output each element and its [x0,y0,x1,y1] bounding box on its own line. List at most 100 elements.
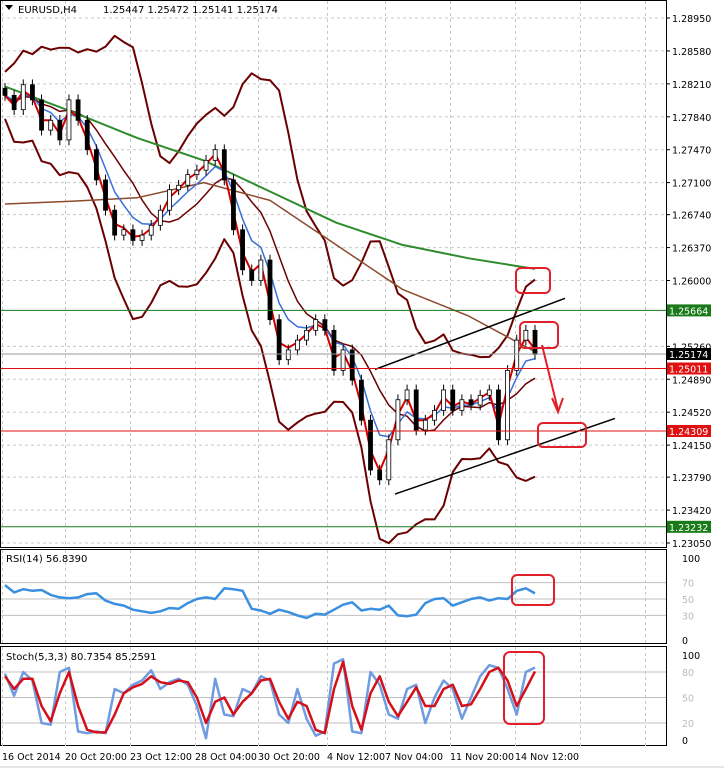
x-tick-label: 7 Nov 04:00 [385,752,443,763]
candle-body [203,159,209,171]
candle-body [112,209,118,236]
candle-body [477,394,483,406]
candle-body [432,410,437,421]
rsi-tick-label: 0 [682,636,688,647]
candle-body [368,419,373,471]
y-tick-label: 1.26000 [672,277,711,288]
y-tick-label: 1.28950 [672,14,711,25]
candle-body [377,469,383,481]
stoch-tick-label: 100 [682,651,700,662]
candle-body [2,87,8,96]
candle-body [295,339,300,351]
y-tick-label: 1.28580 [672,47,711,58]
y-tick-label: 1.23050 [672,539,711,550]
candle-body [496,389,501,441]
candle-body [48,119,54,131]
candle-body [20,84,26,111]
price-level-label: 1.23232 [669,523,708,534]
candle-body [240,229,245,271]
candle-body [75,99,81,121]
candle-body [212,149,218,161]
rsi-tick-label: 50 [682,595,694,606]
candle-body [468,399,474,406]
price-level-label: 1.25664 [669,306,708,317]
price-level-label: 1.25174 [669,350,708,361]
trading-chart[interactable]: 16 Oct 2014 20 Oct 20:00 23 Oct 12:00 28 Oc… [0,0,724,768]
candle-body [450,389,456,411]
candle-body [404,389,410,401]
y-tick-label: 1.24520 [672,408,711,419]
candle-body [84,119,90,151]
candle-body [11,95,17,111]
y-tick-label: 1.27100 [672,179,711,190]
y-tick-label: 1.28210 [672,80,711,91]
candle-body [231,179,236,231]
candle-body [532,329,538,355]
candle-body [139,234,145,241]
y-tick-label: 1.27840 [672,113,711,124]
y-tick-label: 1.24890 [672,375,711,386]
chart-title: EURUSD,H4 [18,5,77,16]
stoch-tick-label: 80 [682,668,694,679]
candle-body [148,224,154,236]
x-tick-label: 20 Oct 20:00 [65,752,127,763]
candle-body [514,339,520,371]
price-level-label: 1.25011 [669,365,708,376]
candle-body [358,379,364,421]
candle-body [459,399,465,411]
candle-body [285,349,291,361]
price-level-label: 1.24309 [669,427,708,438]
y-tick-label: 1.24150 [672,441,711,452]
rsi-tick-label: 70 [682,579,694,590]
rsi-tick-label: 100 [682,554,700,565]
x-tick-label: 30 Oct 20:00 [258,752,320,763]
stoch-main-line [3,658,536,740]
candle-body [386,439,392,481]
annotation-box [537,422,587,448]
candle-body [121,229,127,236]
candle-body [93,149,99,181]
y-tick-label: 1.23790 [672,473,711,484]
x-tick-label: 23 Oct 12:00 [130,752,192,763]
candle-body [194,169,200,176]
rsi-line [4,584,536,620]
candle-body [486,389,492,396]
x-tick-label: 16 Oct 2014 [2,752,61,763]
candle-body [505,369,510,441]
ohlc-readout: 1.25447 1.25472 1.25141 1.25174 [103,5,278,16]
ma-long-line [4,85,536,270]
stoch-tick-label: 50 [682,694,694,705]
candle-body [157,209,163,226]
candle-body [176,184,182,191]
x-tick-label: 14 Nov 12:00 [515,752,579,763]
x-tick-label: 28 Oct 04:00 [195,752,257,763]
candle-body [167,189,172,211]
candle-body [103,179,108,211]
candle-body [258,259,264,281]
candle-body [523,329,529,341]
candle-body [331,329,337,371]
annotation-arrow [541,344,564,415]
candle-body [322,319,328,331]
candle-body [304,329,309,341]
y-tick-label: 1.26740 [672,211,711,222]
candle-body [130,229,136,241]
candle-body [39,99,44,131]
candle-body [221,149,227,181]
candle-body [413,389,419,431]
y-tick-label: 1.27470 [672,146,711,157]
candle-body [57,119,63,141]
stoch-tick-label: 0 [682,736,688,747]
channel-lower-line [394,417,616,495]
candle-body [30,84,35,101]
stoch-title: Stoch(5,3,3) 80.7354 85.2591 [6,652,157,663]
candle-body [313,319,319,331]
candle-body [340,349,346,371]
y-tick-label: 1.23420 [672,506,711,517]
candle-body [66,99,72,141]
candle-body [422,419,428,431]
candle-body [441,389,447,411]
x-tick-label: 11 Nov 20:00 [450,752,514,763]
rsi-title: RSI(14) 56.8390 [6,554,87,565]
x-tick-label: 4 Nov 12:00 [327,752,385,763]
